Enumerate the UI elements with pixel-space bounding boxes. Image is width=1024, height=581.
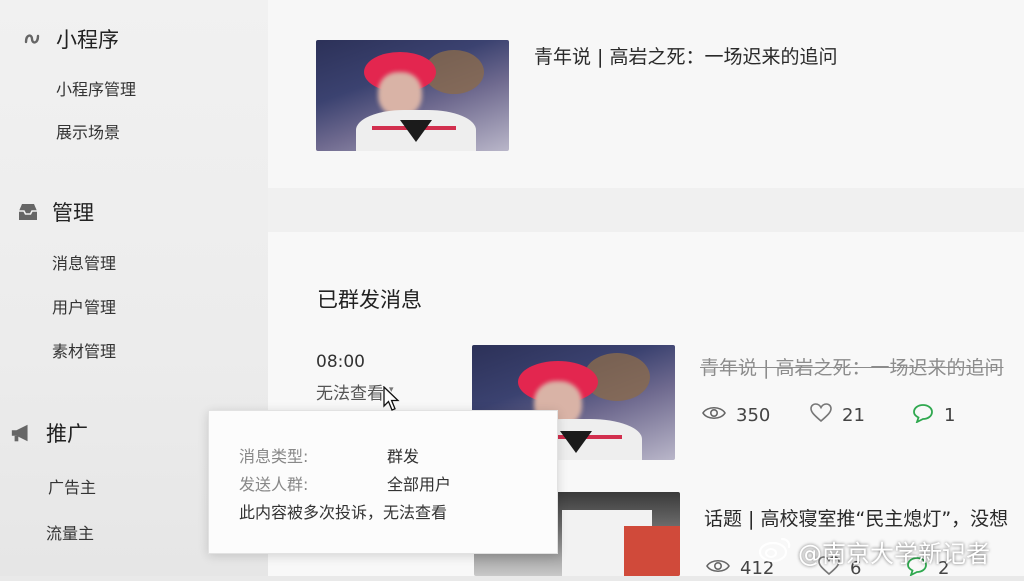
sidebar-item-message-manage[interactable]: 消息管理 (52, 250, 116, 274)
article-thumbnail[interactable] (316, 40, 509, 151)
weibo-icon (758, 535, 792, 569)
article-title[interactable]: 青年说 | 高岩之死：一场迟来的追问 (534, 42, 837, 69)
sidebar-section-promote[interactable]: 推广 (10, 418, 88, 448)
comment-count: 1 (912, 403, 955, 428)
comment-count-value: 1 (944, 405, 956, 426)
eye-icon (702, 405, 726, 426)
like-count-value: 21 (842, 405, 865, 426)
sidebar-item-advertiser[interactable]: 广告主 (48, 474, 96, 498)
tooltip-type-value: 群发 (387, 447, 420, 466)
sidebar-section-label: 管理 (52, 201, 94, 225)
read-count: 350 (702, 405, 770, 426)
article-card-top[interactable]: 青年说 | 高岩之死：一场迟来的追问 (268, 0, 1024, 188)
sidebar-item-user-manage[interactable]: 用户管理 (52, 294, 116, 318)
watermark: @南京大学新记者 (758, 534, 990, 569)
sidebar-item-miniprogram-manage[interactable]: 小程序管理 (56, 76, 136, 100)
sidebar-section-label: 推广 (46, 422, 88, 446)
status-cannot-view[interactable]: 无法查看 (316, 379, 384, 404)
sidebar-section-label: 小程序 (56, 28, 119, 52)
miniprogram-icon (20, 27, 44, 51)
watermark-text: @南京大学新记者 (798, 540, 990, 568)
message-title-struck[interactable]: 青年说 | 高岩之死：一场迟来的追问 (700, 353, 1003, 380)
cursor-icon (383, 385, 401, 416)
sidebar-item-material-manage[interactable]: 素材管理 (52, 338, 116, 362)
comment-icon (912, 403, 934, 428)
sidebar-section-miniprogram[interactable]: 小程序 (20, 24, 119, 54)
sidebar-item-display-scene[interactable]: 展示场景 (56, 119, 120, 143)
tooltip-notice: 此内容被多次投诉，无法查看 (239, 503, 448, 522)
tooltip-popover: 消息类型: 群发 发送人群: 全部用户 此内容被多次投诉，无法查看 (208, 410, 558, 554)
section-title: 已群发消息 (317, 288, 422, 312)
inbox-icon (16, 200, 40, 224)
heart-icon (810, 403, 832, 428)
read-count-value: 350 (736, 405, 771, 426)
tooltip-audience-value: 全部用户 (387, 475, 452, 494)
tooltip-audience-label: 发送人群: (239, 475, 309, 494)
message-title[interactable]: 话题 | 高校寝室推“民主熄灯”，没想 (704, 504, 1008, 531)
sidebar-item-traffic-owner[interactable]: 流量主 (46, 520, 94, 544)
send-time: 08:00 (316, 352, 365, 372)
megaphone-icon (10, 421, 34, 445)
like-count: 21 (810, 403, 865, 428)
sidebar-section-manage[interactable]: 管理 (16, 197, 94, 227)
tooltip-type-label: 消息类型: (239, 447, 309, 466)
